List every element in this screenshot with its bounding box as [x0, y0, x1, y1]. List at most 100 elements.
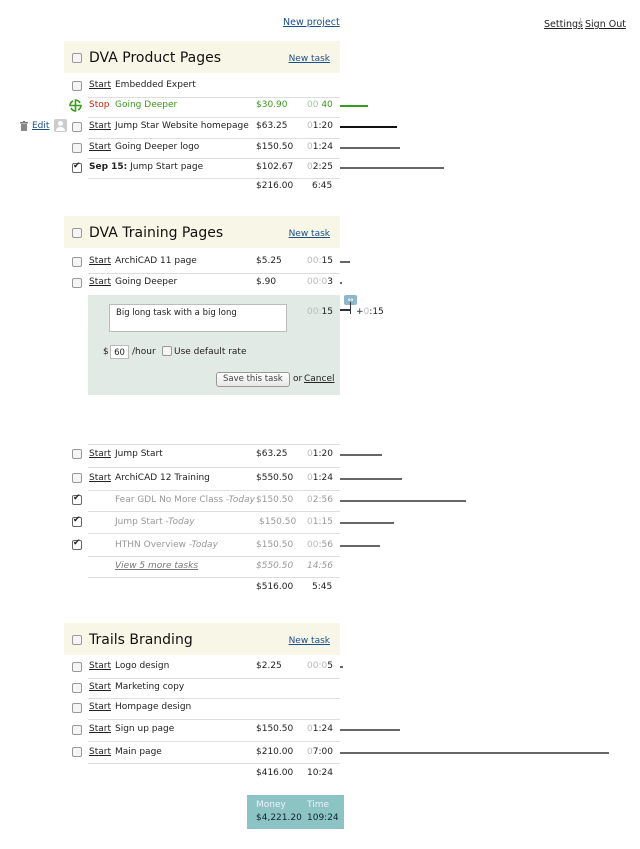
- or-label: or: [293, 374, 303, 384]
- task-money: $63.25: [256, 449, 288, 459]
- task-time: 00:15: [307, 256, 333, 266]
- stop-link[interactable]: Stop: [89, 100, 109, 110]
- task-checkbox[interactable]: [72, 81, 82, 91]
- task-name[interactable]: Fear GDL No More Class -Today: [115, 495, 255, 505]
- time-bar: [340, 478, 402, 480]
- edit-link[interactable]: Edit: [32, 121, 49, 131]
- view-more-link[interactable]: View 5 more tasks: [115, 561, 198, 571]
- default-rate-checkbox[interactable]: [162, 346, 172, 356]
- start-link[interactable]: Start: [89, 142, 111, 152]
- task-name[interactable]: Jump Star Website homepage: [115, 121, 249, 131]
- grand-total-time: 109:24: [307, 813, 339, 823]
- task-name[interactable]: Logo design: [115, 661, 169, 671]
- time-bar: [340, 454, 382, 456]
- project-checkbox[interactable]: [72, 53, 82, 63]
- task-checkbox[interactable]: [72, 725, 82, 735]
- start-link[interactable]: Start: [89, 277, 111, 287]
- task-checkbox-checked[interactable]: [72, 161, 82, 173]
- task-checkbox[interactable]: [72, 662, 82, 672]
- task-time: 01:15: [307, 517, 333, 527]
- row-divider: [88, 741, 340, 742]
- trash-icon[interactable]: [20, 121, 28, 131]
- task-name[interactable]: Sign up page: [115, 724, 174, 734]
- task-checkbox[interactable]: [72, 257, 82, 267]
- start-link[interactable]: Start: [89, 121, 111, 131]
- task-money: $150.50: [259, 517, 297, 527]
- task-row: Start Marketing copy: [64, 679, 340, 699]
- task-name[interactable]: Main page: [115, 747, 162, 757]
- time-bar: [340, 500, 466, 502]
- save-task-button[interactable]: Save this task: [216, 372, 290, 387]
- task-name-input[interactable]: Big long task with a big long: [109, 304, 287, 332]
- project-total-money: $416.00: [256, 768, 294, 778]
- time-bar: [340, 126, 397, 128]
- hourly-rate-input[interactable]: 60: [110, 345, 129, 359]
- sign-out-link[interactable]: Sign Out: [585, 19, 626, 30]
- task-checkbox-checked[interactable]: [72, 538, 82, 550]
- start-link[interactable]: Start: [89, 256, 111, 266]
- task-checkbox[interactable]: [72, 143, 82, 153]
- time-bar: [340, 666, 343, 668]
- task-name[interactable]: Hompage design: [115, 702, 191, 712]
- project-dva-training-pages: DVA Training Pages New task Start ArchiC…: [64, 216, 466, 596]
- start-link[interactable]: Start: [89, 724, 111, 734]
- task-name[interactable]: Going Deeper: [115, 100, 177, 110]
- start-link[interactable]: Start: [89, 682, 111, 692]
- row-divider: [88, 467, 340, 468]
- default-rate-label: Use default rate: [174, 347, 247, 357]
- task-money: $.90: [256, 277, 277, 287]
- task-money: $2.25: [256, 661, 282, 671]
- row-divider: [88, 533, 340, 534]
- task-time: 01:24: [307, 473, 333, 483]
- task-checkbox[interactable]: [72, 449, 82, 459]
- task-checkbox[interactable]: [72, 703, 82, 713]
- project-dva-product-pages: DVA Product Pages New task Start Embedde…: [64, 41, 444, 201]
- project-title: Trails Branding: [89, 632, 193, 648]
- task-checkbox[interactable]: [72, 473, 82, 483]
- task-name[interactable]: Jump Start: [115, 449, 163, 459]
- task-checkbox[interactable]: [72, 122, 82, 132]
- start-link[interactable]: Start: [89, 702, 111, 712]
- project-checkbox[interactable]: [72, 228, 82, 238]
- start-link[interactable]: Start: [89, 449, 111, 459]
- new-task-link[interactable]: New task: [289, 229, 330, 239]
- task-checkbox[interactable]: [72, 747, 82, 757]
- cancel-link[interactable]: Cancel: [304, 374, 335, 384]
- task-name[interactable]: ArchiCAD 12 Training: [115, 473, 210, 483]
- task-time: 01:20: [307, 449, 333, 459]
- task-name[interactable]: Going Deeper logo: [115, 142, 199, 152]
- task-checkbox[interactable]: [72, 278, 82, 288]
- start-link[interactable]: Start: [89, 747, 111, 757]
- settings-link[interactable]: Settings: [544, 19, 583, 30]
- start-link[interactable]: Start: [89, 473, 111, 483]
- new-project-link[interactable]: New project: [283, 17, 340, 28]
- task-money: $150.50: [256, 142, 294, 152]
- task-name[interactable]: Marketing copy: [115, 682, 184, 692]
- project-total-time: 5:45: [312, 582, 333, 592]
- task-name[interactable]: ArchiCAD 11 page: [115, 256, 197, 266]
- task-checkbox[interactable]: [72, 683, 82, 693]
- task-row: Start Embedded Expert: [64, 77, 340, 97]
- project-checkbox[interactable]: [72, 635, 82, 645]
- task-checkbox-checked[interactable]: [72, 493, 82, 505]
- start-link[interactable]: Start: [89, 661, 111, 671]
- task-time: 00:03: [307, 277, 333, 287]
- task-row: Start Main page $210.00 07:00: [64, 743, 609, 763]
- task-name[interactable]: Embedded Expert: [115, 80, 196, 90]
- time-bar: [340, 545, 380, 547]
- project-title: DVA Product Pages: [89, 50, 222, 66]
- new-task-link[interactable]: New task: [289, 54, 330, 64]
- new-task-link[interactable]: New task: [289, 636, 330, 646]
- task-name[interactable]: Going Deeper: [115, 277, 177, 287]
- task-time: 00:56: [307, 540, 333, 550]
- task-name[interactable]: Jump Start -Today: [115, 517, 195, 527]
- task-name[interactable]: HTHN Overview -Today: [115, 540, 218, 550]
- start-link[interactable]: Start: [89, 80, 111, 90]
- task-time: 07:00: [307, 747, 333, 757]
- time-bar: [340, 522, 394, 524]
- money-label: Money: [256, 800, 286, 810]
- more-time: 14:56: [307, 561, 333, 571]
- task-row: Start Logo design $2.25 00:05: [64, 658, 343, 678]
- task-checkbox-checked[interactable]: [72, 515, 82, 527]
- time-bar: [340, 261, 350, 263]
